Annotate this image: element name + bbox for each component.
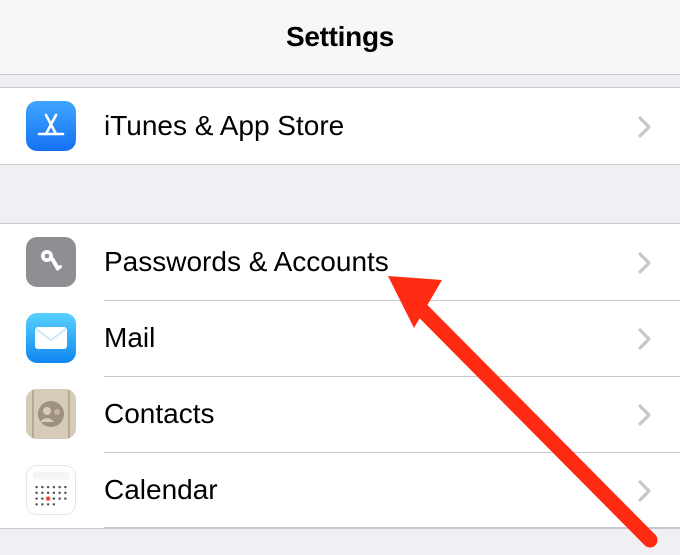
mail-icon: [26, 313, 76, 363]
row-label: Contacts: [104, 398, 638, 430]
chevron-right-icon: [638, 404, 658, 424]
contacts-icon: [26, 389, 76, 439]
row-label: Calendar: [104, 474, 638, 506]
page-title: Settings: [286, 21, 394, 53]
calendar-icon: [26, 465, 76, 515]
row-label: Passwords & Accounts: [104, 246, 638, 278]
row-label: Mail: [104, 322, 638, 354]
row-contacts[interactable]: Contacts: [0, 376, 680, 452]
chevron-right-icon: [638, 328, 658, 348]
row-calendar[interactable]: Calendar: [0, 452, 680, 528]
app-store-icon: [26, 101, 76, 151]
row-mail[interactable]: Mail: [0, 300, 680, 376]
row-label: iTunes & App Store: [104, 110, 638, 142]
row-itunes-app-store[interactable]: iTunes & App Store: [0, 88, 680, 164]
chevron-right-icon: [638, 252, 658, 272]
settings-group-1: iTunes & App Store: [0, 87, 680, 165]
chevron-right-icon: [638, 116, 658, 136]
chevron-right-icon: [638, 480, 658, 500]
key-icon: [26, 237, 76, 287]
settings-header: Settings: [0, 0, 680, 75]
settings-group-2: Passwords & Accounts Mail: [0, 223, 680, 529]
row-separator: [104, 527, 680, 528]
row-passwords-accounts[interactable]: Passwords & Accounts: [0, 224, 680, 300]
